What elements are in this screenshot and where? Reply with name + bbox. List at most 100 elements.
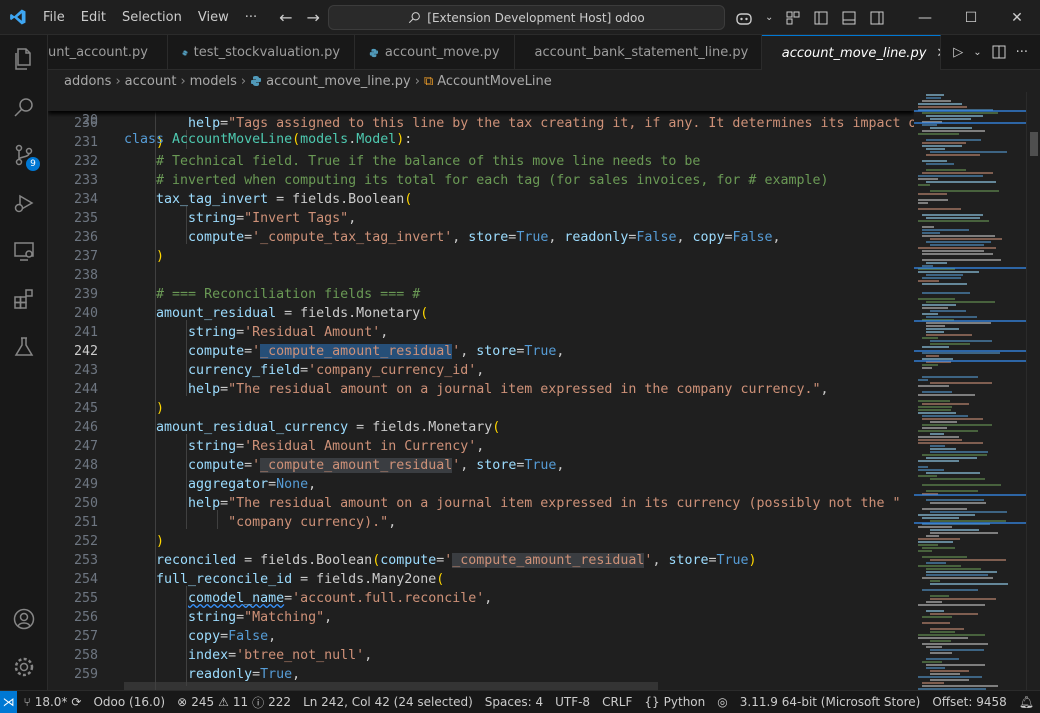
status-copilot[interactable]: ◎ bbox=[711, 695, 733, 709]
run-icon[interactable]: ▷ bbox=[953, 45, 963, 60]
accounts-icon[interactable] bbox=[0, 595, 48, 643]
minimap-line bbox=[918, 430, 978, 432]
minimap-line bbox=[926, 562, 946, 564]
minimap[interactable] bbox=[914, 92, 1026, 690]
minimap-line bbox=[926, 325, 945, 327]
minimap-line bbox=[930, 451, 988, 453]
maximize-icon[interactable]: ☐ bbox=[948, 0, 994, 35]
status-eol[interactable]: CRLF bbox=[596, 695, 638, 709]
line-number: 248 bbox=[73, 458, 98, 473]
minimap-line bbox=[922, 253, 993, 255]
command-center-search[interactable]: [Extension Development Host] odoo bbox=[328, 5, 725, 30]
scrollbar-thumb[interactable] bbox=[1030, 132, 1038, 156]
forward-arrow-icon[interactable]: → bbox=[307, 8, 320, 27]
status-language[interactable]: {} Python bbox=[638, 695, 711, 709]
close-icon[interactable]: ✕ bbox=[994, 0, 1040, 35]
menu-selection[interactable]: Selection bbox=[114, 0, 190, 35]
menu-file[interactable]: File bbox=[35, 0, 73, 35]
copilot-icon[interactable] bbox=[735, 10, 753, 26]
status-offset[interactable]: Offset: 9458 bbox=[926, 695, 1012, 709]
minimap-line bbox=[930, 583, 1008, 585]
tab-test-stockvaluation[interactable]: test_stockvaluation.py bbox=[168, 35, 356, 70]
menu-view[interactable]: View bbox=[190, 0, 237, 35]
gear-icon[interactable] bbox=[0, 643, 48, 691]
class-symbol-icon: ⧉ bbox=[423, 73, 434, 89]
breadcrumb-models[interactable]: models bbox=[190, 74, 237, 89]
code-line: help="The residual amount on a journal i… bbox=[188, 382, 829, 397]
tab-account-move-line[interactable]: account_move_line.py ✕ bbox=[761, 35, 942, 70]
minimap-line bbox=[918, 514, 975, 516]
split-editor-icon[interactable] bbox=[992, 45, 1006, 59]
testing-flask-icon[interactable] bbox=[0, 323, 48, 371]
breadcrumb-addons[interactable]: addons bbox=[64, 74, 111, 89]
chevron-down-icon[interactable]: ⌄ bbox=[765, 12, 773, 23]
status-encoding[interactable]: UTF-8 bbox=[549, 695, 596, 709]
more-actions-icon[interactable]: ··· bbox=[1016, 45, 1028, 60]
line-number: 255 bbox=[73, 591, 98, 606]
tab-unt-account[interactable]: unt_account.py bbox=[48, 35, 168, 70]
status-problems[interactable]: ⊗ 245 ⚠ 11 ⓘ 222 bbox=[171, 694, 297, 711]
minimap-line bbox=[922, 517, 959, 519]
code-line: amount_residual_currency = fields.Moneta… bbox=[156, 420, 501, 435]
sticky-scroll-header[interactable]: 20 class AccountMoveLine(models.Model): bbox=[48, 92, 914, 147]
breadcrumb-account[interactable]: account bbox=[125, 74, 177, 89]
source-control-icon[interactable]: 9 bbox=[0, 131, 48, 179]
chevron-down-icon[interactable]: ⌄ bbox=[973, 47, 981, 58]
status-notifications[interactable]: 🔔︎ bbox=[1013, 695, 1040, 709]
minimap-line bbox=[922, 346, 949, 348]
explorer-icon[interactable] bbox=[0, 35, 48, 83]
toggle-primary-sidebar-icon[interactable] bbox=[813, 10, 829, 26]
customize-layout-icon[interactable] bbox=[785, 10, 801, 26]
search-icon[interactable] bbox=[0, 83, 48, 131]
line-number: 238 bbox=[73, 268, 98, 283]
code-line: tax_tag_invert = fields.Boolean( bbox=[156, 192, 413, 207]
python-file-icon bbox=[369, 48, 379, 57]
toggle-panel-icon[interactable] bbox=[841, 10, 857, 26]
minimap-line bbox=[922, 352, 1000, 354]
line-number: 257 bbox=[73, 629, 98, 644]
remote-indicator-icon[interactable]: ⋊ bbox=[0, 690, 18, 713]
status-cursor-position[interactable]: Ln 242, Col 42 (24 selected) bbox=[297, 695, 479, 709]
minimap-line bbox=[930, 127, 972, 129]
horizontal-scrollbar[interactable] bbox=[124, 682, 658, 690]
minimap-highlight bbox=[914, 522, 1026, 524]
code-line: ) bbox=[156, 401, 165, 416]
status-interpreter[interactable]: 3.11.9 64-bit (Microsoft Store) bbox=[734, 695, 927, 709]
line-number: 237 bbox=[73, 249, 98, 264]
extensions-icon[interactable] bbox=[0, 275, 48, 323]
status-branch[interactable]: ⑂ 18.0* ⟳ bbox=[17, 695, 87, 709]
minimap-line bbox=[930, 478, 985, 480]
minimap-line bbox=[930, 238, 1002, 240]
minimap-line bbox=[926, 334, 972, 336]
braces-icon: {} bbox=[644, 695, 660, 709]
status-indentation[interactable]: Spaces: 4 bbox=[479, 695, 549, 709]
run-debug-icon[interactable] bbox=[0, 179, 48, 227]
breadcrumb-file[interactable]: account_move_line.py bbox=[266, 74, 411, 89]
tab-account-bank-statement-line[interactable]: account_bank_statement_line.py bbox=[515, 35, 762, 70]
back-arrow-icon[interactable]: ← bbox=[279, 8, 292, 27]
error-icon: ⊗ bbox=[177, 695, 188, 709]
remote-explorer-icon[interactable] bbox=[0, 227, 48, 275]
menu-more[interactable]: ··· bbox=[237, 0, 265, 35]
minimap-line bbox=[918, 175, 983, 177]
minimap-line bbox=[918, 460, 959, 462]
minimize-icon[interactable]: — bbox=[902, 0, 948, 35]
status-environment[interactable]: Odoo (16.0) bbox=[87, 695, 171, 709]
minimap-line bbox=[922, 454, 987, 456]
code-line: help="The residual amount on a journal i… bbox=[188, 496, 901, 511]
menu-edit[interactable]: Edit bbox=[73, 0, 114, 35]
code-editor[interactable]: 20 class AccountMoveLine(models.Model): … bbox=[48, 92, 914, 690]
minimap-line bbox=[922, 556, 967, 558]
minimap-line bbox=[922, 313, 938, 315]
tab-account-move[interactable]: account_move.py bbox=[355, 35, 515, 70]
minimap-line bbox=[922, 682, 944, 684]
minimap-line bbox=[930, 340, 992, 342]
minimap-line bbox=[930, 445, 945, 447]
breadcrumb-class[interactable]: AccountMoveLine bbox=[437, 74, 551, 89]
vertical-scrollbar[interactable] bbox=[1026, 92, 1040, 690]
toggle-secondary-sidebar-icon[interactable] bbox=[869, 10, 885, 26]
minimap-line bbox=[926, 262, 947, 264]
minimap-line bbox=[918, 106, 967, 108]
line-number: 245 bbox=[73, 401, 98, 416]
minimap-highlight bbox=[914, 360, 1026, 362]
